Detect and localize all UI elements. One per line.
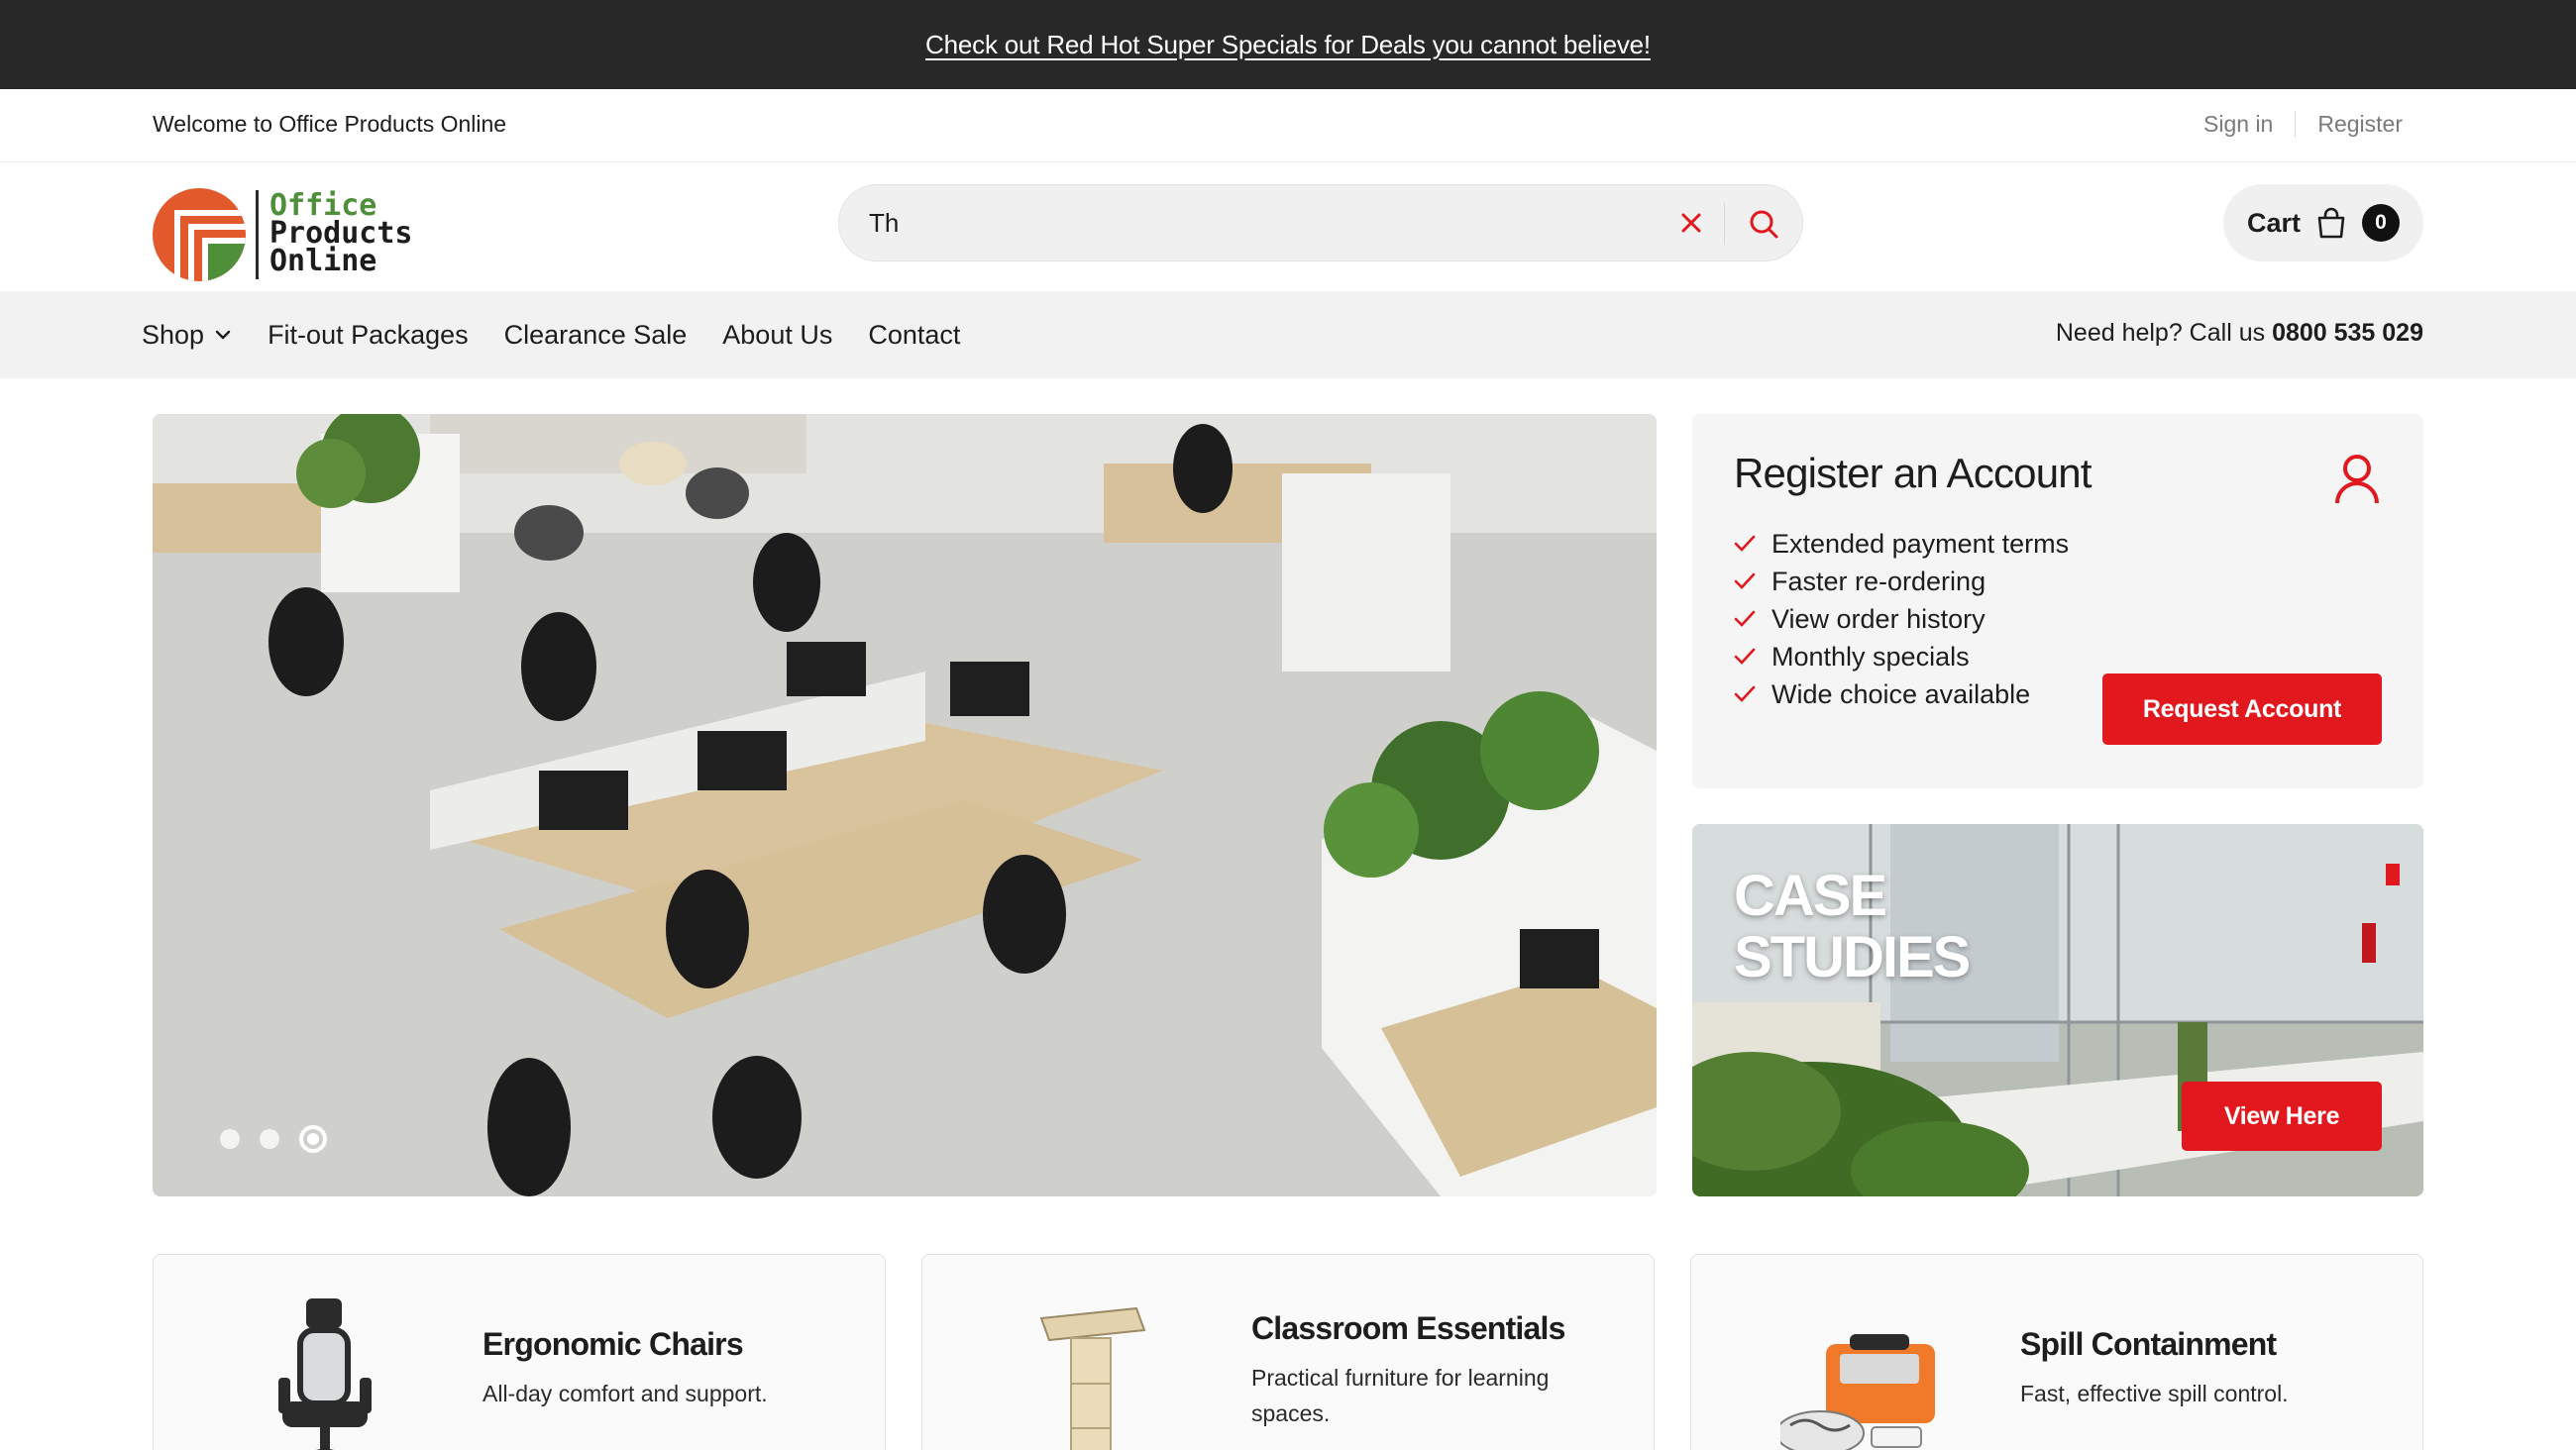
category-title: Ergonomic Chairs xyxy=(483,1326,744,1362)
lectern-image xyxy=(1039,1306,1146,1450)
logo-wordmark: Office Products Online xyxy=(269,191,413,278)
shopping-bag-icon xyxy=(2317,207,2345,239)
help-line: Need help? Call us 0800 535 029 xyxy=(2056,319,2423,348)
hero-carousel[interactable] xyxy=(153,414,1657,1196)
cart-button[interactable]: Cart 0 xyxy=(2223,184,2423,261)
announcement-bar: Check out Red Hot Super Specials for Dea… xyxy=(0,0,2576,89)
carousel-dot-1[interactable] xyxy=(220,1129,240,1149)
search-input[interactable] xyxy=(869,203,1642,243)
register-title: Register an Account xyxy=(1734,450,2093,496)
help-phone-link[interactable]: 0800 535 029 xyxy=(2272,319,2423,347)
user-icon xyxy=(2335,455,2379,504)
search-icon xyxy=(1750,210,1778,239)
benefit-label: Faster re-ordering xyxy=(1771,566,1986,596)
case-studies-title-line-2: STUDIES xyxy=(1734,925,1971,989)
nav-item-label: Clearance Sale xyxy=(503,319,688,350)
category-description: Practical furniture for learning spaces. xyxy=(1251,1365,1550,1426)
chevron-down-icon xyxy=(215,330,231,340)
case-studies-title: CASE STUDIES xyxy=(1734,864,1971,989)
cart-label: Cart xyxy=(2247,207,2302,238)
checkmark-icon xyxy=(1734,572,1756,589)
category-description: Fast, effective spill control. xyxy=(2020,1381,2289,1406)
request-account-button[interactable]: Request Account xyxy=(2102,673,2382,745)
nav-item-label: About Us xyxy=(722,319,833,350)
register-link[interactable]: Register xyxy=(2295,111,2403,138)
cart-count-badge: 0 xyxy=(2362,204,2401,242)
nav-item-label: Contact xyxy=(868,319,961,350)
benefits-list: Extended payment terms Faster re-orderin… xyxy=(1734,525,2069,713)
checkmark-icon xyxy=(1734,685,1756,702)
category-title: Spill Containment xyxy=(2020,1326,2277,1362)
case-studies-title-line-1: CASE xyxy=(1734,864,1887,928)
utility-bar: Welcome to Office Products Online Sign i… xyxy=(0,89,2576,162)
nav-item-contact[interactable]: Contact xyxy=(868,320,960,351)
search-button[interactable] xyxy=(1743,203,1784,245)
benefit-item: Monthly specials xyxy=(1734,638,2069,675)
account-links: Sign in Register xyxy=(2182,111,2403,138)
logo-mark-icon xyxy=(153,188,246,281)
category-description: All-day comfort and support. xyxy=(483,1381,768,1406)
site-logo[interactable]: Office Products Online xyxy=(153,176,430,281)
benefit-item: Wide choice available xyxy=(1734,675,2069,713)
nav-item-clearance-sale[interactable]: Clearance Sale xyxy=(504,320,688,351)
search-separator xyxy=(1724,203,1725,245)
office-photo-illustration xyxy=(153,414,1657,1196)
sign-in-link[interactable]: Sign in xyxy=(2182,111,2295,138)
category-card-spill-containment[interactable]: Spill Containment Fast, effective spill … xyxy=(1690,1254,2423,1450)
clear-search-button[interactable] xyxy=(1673,205,1709,241)
category-card-ergonomic-chairs[interactable]: Ergonomic Chairs All-day comfort and sup… xyxy=(153,1254,886,1450)
site-header: Office Products Online Cart 0 xyxy=(0,162,2576,291)
welcome-text: Welcome to Office Products Online xyxy=(153,111,507,137)
benefit-item: View order history xyxy=(1734,600,2069,638)
checkmark-icon xyxy=(1734,610,1756,627)
search-bar xyxy=(838,184,1803,261)
benefit-label: Monthly specials xyxy=(1771,641,1970,672)
checkmark-icon xyxy=(1734,535,1756,552)
carousel-dot-3-active[interactable] xyxy=(299,1125,327,1153)
benefit-item: Faster re-ordering xyxy=(1734,563,2069,600)
announcement-link[interactable]: Check out Red Hot Super Specials for Dea… xyxy=(925,30,1651,60)
benefit-label: Extended payment terms xyxy=(1771,528,2070,559)
benefit-label: Wide choice available xyxy=(1771,678,2031,709)
category-title: Classroom Essentials xyxy=(1251,1310,1565,1346)
case-studies-banner[interactable]: CASE STUDIES View Here xyxy=(1692,824,2423,1196)
view-case-studies-button[interactable]: View Here xyxy=(2182,1082,2382,1151)
category-cards: Ergonomic Chairs All-day comfort and sup… xyxy=(153,1254,2423,1450)
nav-item-fit-out-packages[interactable]: Fit-out Packages xyxy=(268,320,469,351)
category-card-classroom-essentials[interactable]: Classroom Essentials Practical furniture… xyxy=(921,1254,1655,1450)
main-nav: Shop Fit-out Packages Clearance Sale Abo… xyxy=(0,291,2576,378)
carousel-dot-2[interactable] xyxy=(260,1129,279,1149)
logo-divider xyxy=(256,190,259,279)
close-icon xyxy=(1681,213,1701,233)
help-text: Need help? Call us xyxy=(2055,319,2266,347)
nav-item-label: Shop xyxy=(142,319,205,350)
nav-item-about-us[interactable]: About Us xyxy=(722,320,832,351)
benefit-label: View order history xyxy=(1771,603,1986,634)
benefit-item: Extended payment terms xyxy=(1734,525,2069,563)
spill-kit-image xyxy=(1780,1334,1935,1450)
carousel-dots xyxy=(220,1125,327,1153)
checkmark-icon xyxy=(1734,648,1756,665)
register-account-card: Register an Account Extended payment ter… xyxy=(1692,414,2423,788)
nav-item-label: Fit-out Packages xyxy=(268,319,469,350)
nav-item-shop[interactable]: Shop xyxy=(142,320,232,351)
ergonomic-chair-image xyxy=(278,1298,372,1450)
logo-line-3: Online xyxy=(269,244,377,278)
